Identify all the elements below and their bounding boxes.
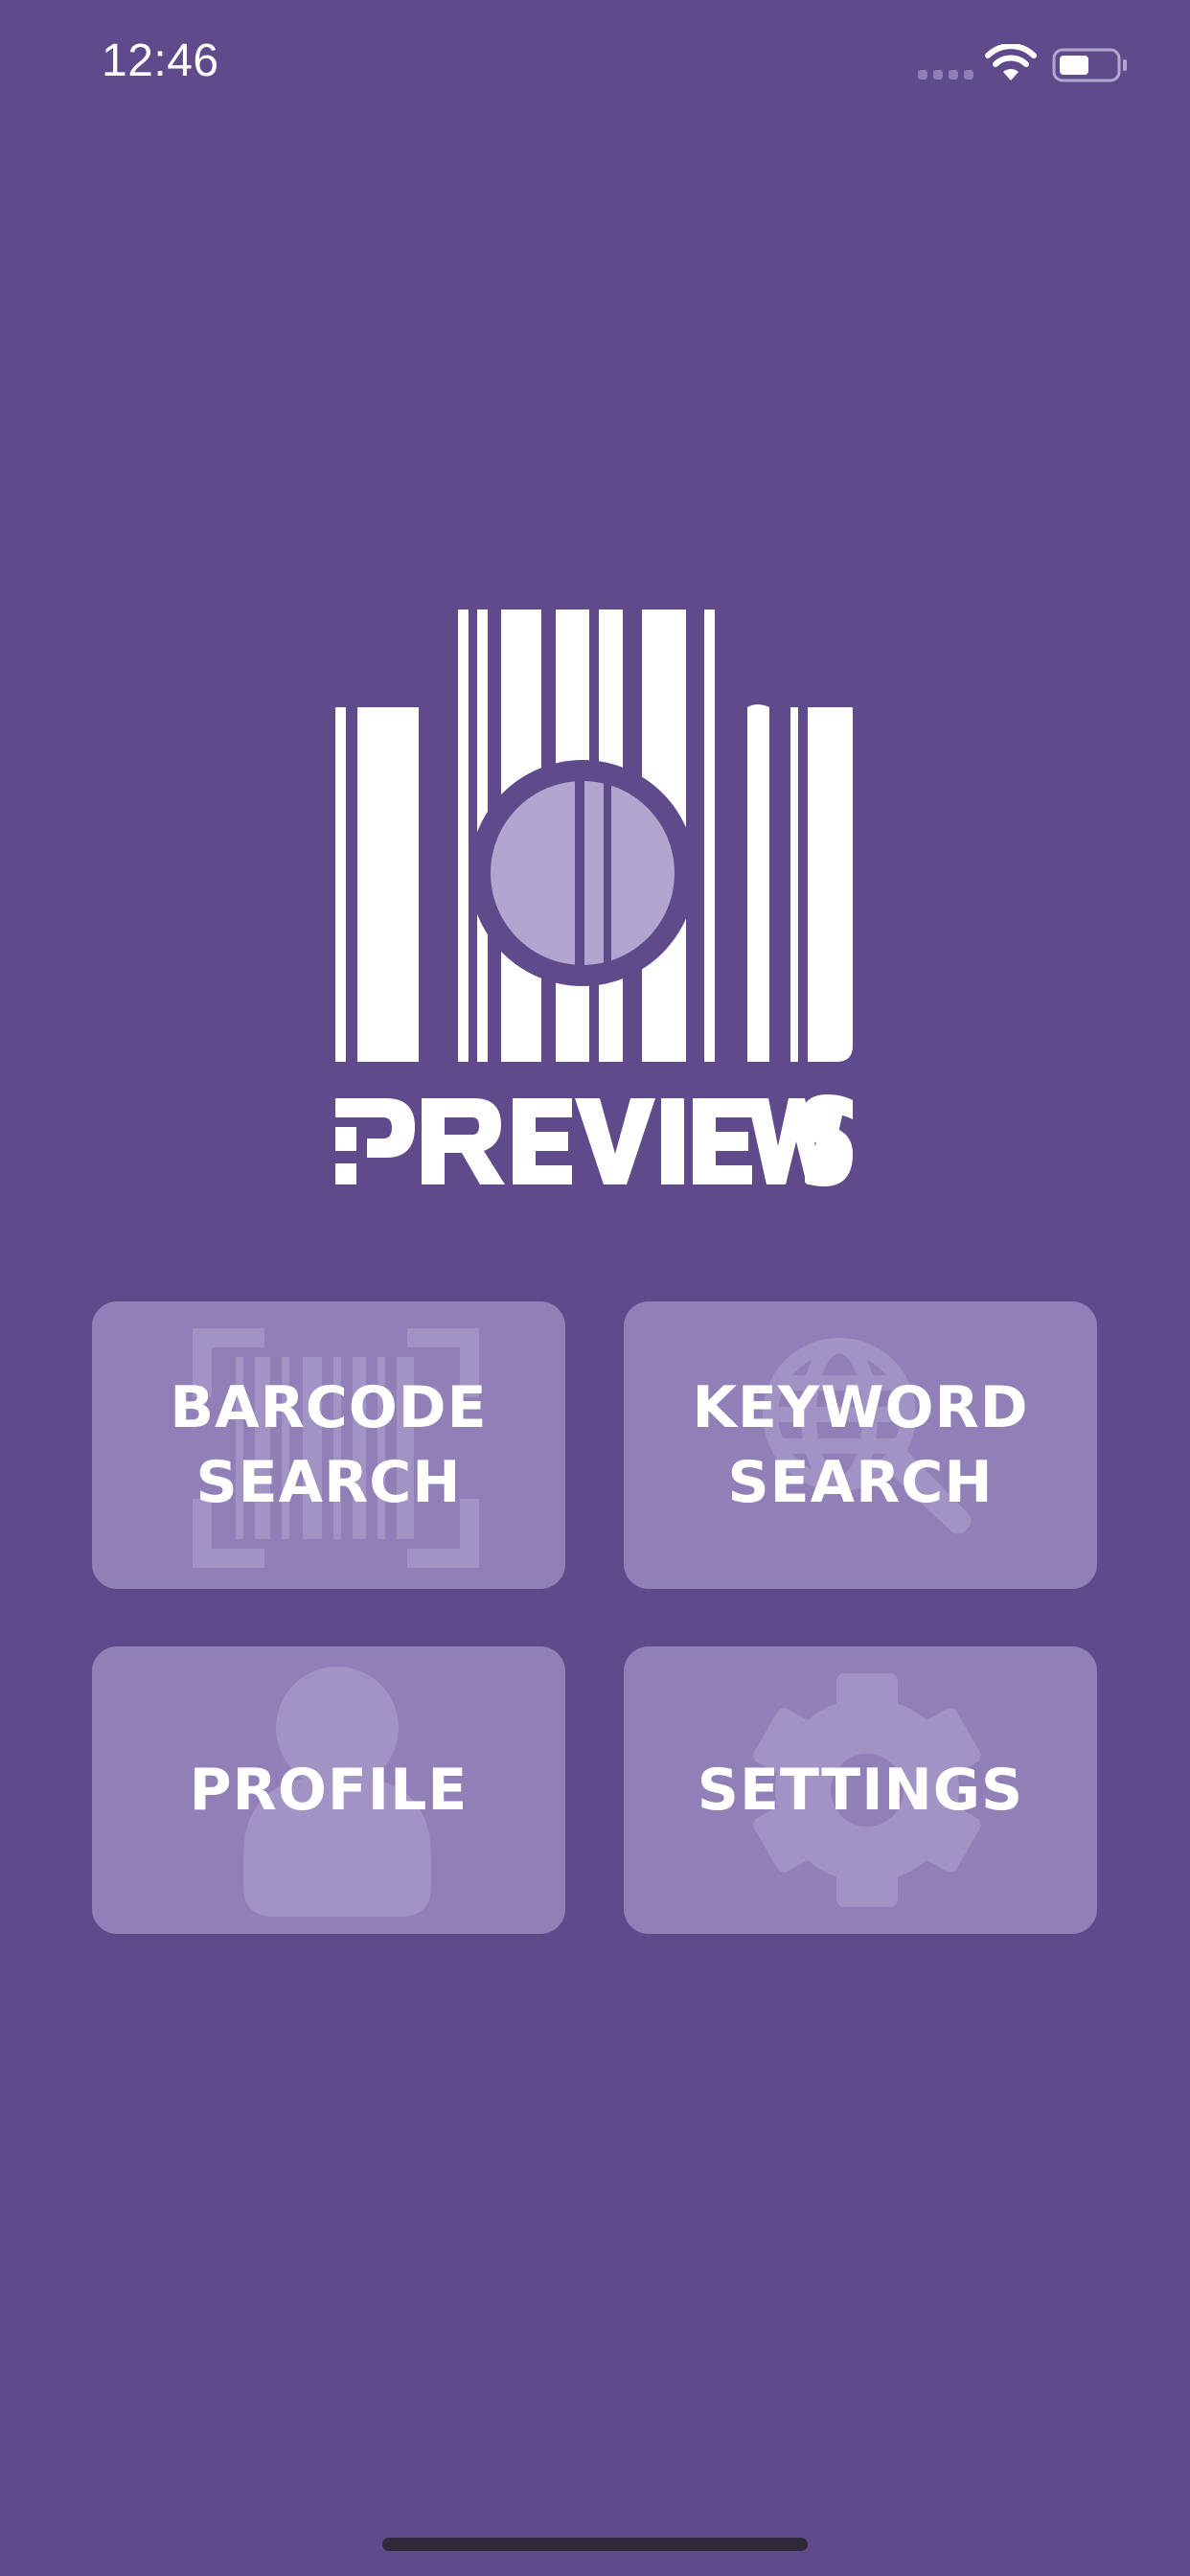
status-time: 12:46	[102, 35, 219, 86]
battery-icon	[1052, 48, 1127, 82]
profile-button[interactable]: PROFILE	[92, 1646, 565, 1934]
home-indicator[interactable]	[382, 2538, 808, 2551]
wifi-icon	[985, 44, 1037, 80]
profile-label: PROFILE	[189, 1757, 469, 1824]
barcode-search-label: BARCODE SEARCH	[170, 1374, 488, 1516]
barcode-search-button[interactable]: BARCODE SEARCH	[92, 1301, 565, 1589]
settings-button[interactable]: SETTINGS	[624, 1646, 1097, 1934]
keyword-search-button[interactable]: KEYWORD SEARCH	[624, 1301, 1097, 1589]
settings-label: SETTINGS	[697, 1757, 1024, 1824]
previews-logo	[335, 610, 853, 1186]
cellular-signal-icon	[918, 70, 973, 80]
status-bar: 12:46	[0, 0, 1190, 134]
keyword-search-label: KEYWORD SEARCH	[692, 1374, 1029, 1516]
